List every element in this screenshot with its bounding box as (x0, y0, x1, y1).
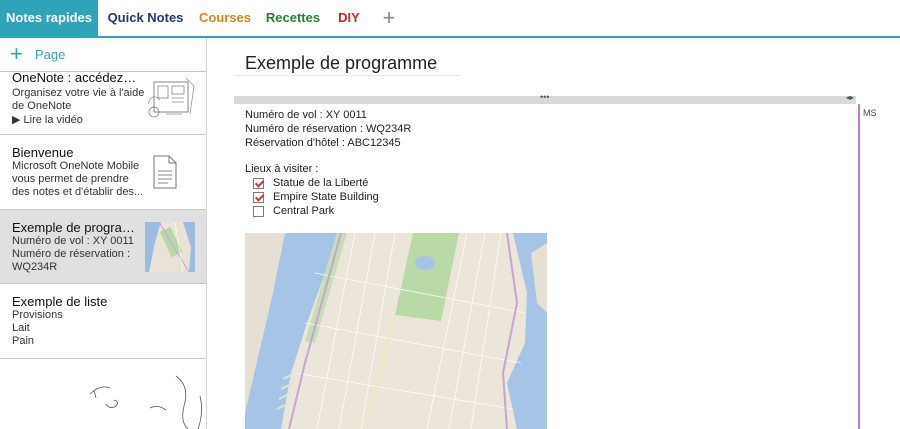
add-section-plus-icon[interactable]: + (375, 0, 403, 36)
notebook-sketch-thumbnail (147, 77, 195, 118)
manhattan-map-image[interactable] (245, 233, 547, 429)
page-item-preview-line: des notes et d'établir des... (12, 186, 144, 198)
note-container-handle[interactable]: ••• ◂▸ (234, 92, 856, 104)
page-item-exemple-programme[interactable]: Exemple de program... Numéro de vol : XY… (0, 210, 206, 284)
page-item-title: Exemple de program... (12, 220, 137, 235)
page-title[interactable]: Exemple de programme (245, 53, 437, 74)
sketch-thumbnail (89, 375, 202, 429)
hotel-line: Réservation d'hôtel : ABC12345 (245, 137, 401, 149)
page-list: + Page OneNote : accédez à... Organisez … (0, 38, 207, 429)
tab-courses[interactable]: Courses (193, 0, 257, 36)
page-item-preview-line: Provisions (12, 309, 63, 321)
page-item-preview-line: Numéro de réservation : (12, 248, 130, 260)
tab-recettes[interactable]: Recettes (257, 0, 329, 36)
resize-arrows-icon[interactable]: ◂▸ (846, 93, 854, 102)
tab-diy[interactable]: DIY (329, 0, 369, 36)
reservation-line: Numéro de réservation : WQ234R (245, 123, 412, 135)
tab-notes-rapides[interactable]: Notes rapides (0, 0, 98, 36)
page-item-exemple-liste[interactable]: Exemple de liste Provisions Lait Pain (0, 284, 206, 359)
page-item-preview-line: Microsoft OneNote Mobile (12, 160, 140, 172)
checkbox-unchecked[interactable] (253, 206, 264, 217)
author-margin-line (858, 104, 860, 429)
page-item-preview-line: Pain (12, 335, 35, 347)
page-item-onenote[interactable]: OneNote : accédez à... Organisez votre v… (0, 72, 206, 135)
visit-heading: Lieux à visiter : (245, 163, 319, 175)
page-item-title: OneNote : accédez à... (12, 72, 137, 85)
section-tab-bar: Notes rapides Quick Notes Courses Recett… (0, 0, 900, 38)
page-item-title: Bienvenue (12, 145, 74, 160)
page-canvas: Exemple de programme ••• ◂▸ Numéro de vo… (208, 38, 900, 429)
drag-grip-icon[interactable]: ••• (540, 92, 549, 102)
checkbox-checked[interactable] (253, 192, 264, 203)
page-item-preview-line: WQ234R (12, 261, 58, 273)
checkbox-checked[interactable] (253, 178, 264, 189)
checklist-item-text[interactable]: Empire State Building (273, 191, 379, 203)
document-icon (153, 155, 177, 189)
add-page-button[interactable]: + Page (0, 38, 206, 72)
checklist-item-text[interactable]: Statue de la Liberté (273, 177, 368, 189)
author-initials: MS (863, 108, 877, 118)
flight-number-line: Numéro de vol : XY 0011 (245, 109, 367, 121)
page-item-preview-line: vous permet de prendre (12, 173, 129, 185)
map-thumbnail (145, 222, 195, 272)
page-item-preview-line: ▶ Lire la vidéo (12, 114, 83, 126)
add-page-label: Page (35, 47, 66, 62)
plus-icon: + (10, 41, 23, 66)
title-underline (234, 75, 460, 76)
tab-quick-notes[interactable]: Quick Notes (98, 0, 193, 36)
page-item-preview-line: de OneNote (12, 100, 72, 112)
checklist-item-text[interactable]: Central Park (273, 205, 334, 217)
page-item-preview-line: Lait (12, 322, 30, 334)
page-item-preview-line: Numéro de vol : XY 0011 (12, 235, 134, 247)
note-text-block[interactable]: Numéro de vol : XY 0011 Numéro de réserv… (245, 108, 411, 150)
page-item-preview-line: Organisez votre vie à l'aide (12, 87, 145, 99)
page-item-bienvenue[interactable]: Bienvenue Microsoft OneNote Mobile vous … (0, 135, 206, 210)
page-item-title: Exemple de liste (12, 294, 108, 309)
